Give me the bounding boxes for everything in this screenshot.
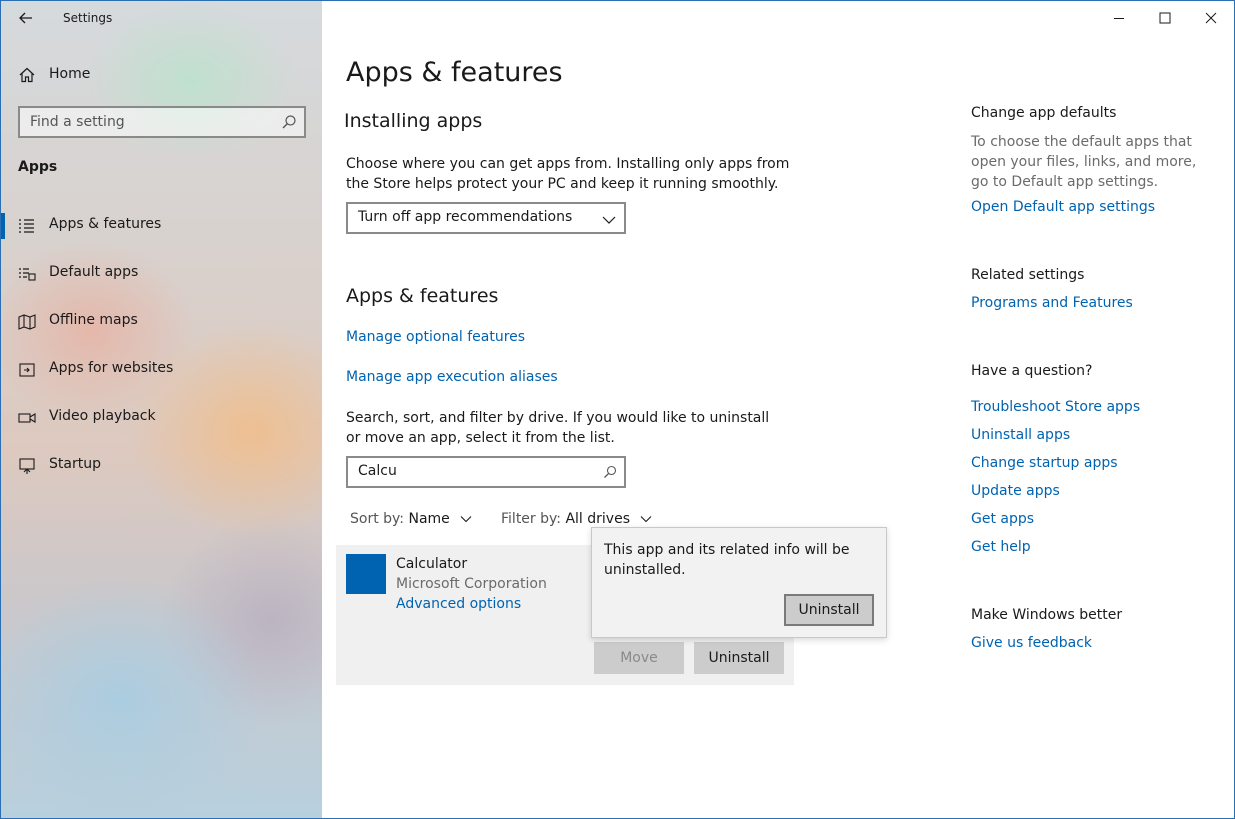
sidebar-item-label: Offline maps bbox=[49, 312, 138, 328]
sort-key: Sort by: bbox=[350, 511, 405, 527]
have-a-question-heading: Have a question? bbox=[971, 363, 1093, 379]
app-search-value: Calcu bbox=[358, 463, 397, 479]
sort-dropdown[interactable]: Sort by: Name bbox=[350, 511, 472, 527]
home-icon bbox=[18, 66, 36, 84]
sidebar-item-label: Apps & features bbox=[49, 216, 162, 232]
get-help-link[interactable]: Get help bbox=[971, 539, 1031, 555]
sidebar-item-label: Apps for websites bbox=[49, 360, 174, 376]
sidebar-item-apps-for-websites[interactable]: Apps for websites bbox=[1, 353, 322, 387]
sidebar-section-label: Apps bbox=[18, 159, 58, 175]
uninstall-confirm-flyout: This app and its related info will be un… bbox=[591, 527, 887, 638]
manage-optional-features-link[interactable]: Manage optional features bbox=[346, 329, 525, 345]
web-app-icon bbox=[18, 361, 36, 379]
uninstall-apps-link[interactable]: Uninstall apps bbox=[971, 427, 1070, 443]
advanced-options-link[interactable]: Advanced options bbox=[396, 596, 521, 612]
search-placeholder: Find a setting bbox=[30, 114, 125, 130]
sidebar-item-offline-maps[interactable]: Offline maps bbox=[1, 305, 322, 339]
installing-apps-heading: Installing apps bbox=[344, 110, 483, 132]
default-apps-icon bbox=[18, 265, 36, 283]
sidebar: Settings Home Find a setting Apps Apps &… bbox=[1, 1, 322, 818]
get-apps-link[interactable]: Get apps bbox=[971, 511, 1034, 527]
sidebar-item-label: Video playback bbox=[49, 408, 156, 424]
chevron-down-icon bbox=[641, 516, 652, 523]
page-title: Apps & features bbox=[346, 57, 563, 88]
calculator-app-icon bbox=[346, 554, 386, 594]
chevron-down-icon bbox=[602, 212, 616, 226]
app-publisher: Microsoft Corporation bbox=[396, 576, 547, 592]
sidebar-item-startup[interactable]: Startup bbox=[1, 449, 322, 483]
list-icon bbox=[18, 217, 36, 235]
video-icon bbox=[18, 409, 36, 427]
map-icon bbox=[18, 313, 36, 331]
flyout-message: This app and its related info will be un… bbox=[604, 542, 850, 578]
update-apps-link[interactable]: Update apps bbox=[971, 483, 1060, 499]
search-icon[interactable] bbox=[602, 464, 618, 480]
home-label: Home bbox=[49, 66, 91, 82]
sidebar-item-default-apps[interactable]: Default apps bbox=[1, 257, 322, 291]
filter-key: Filter by: bbox=[501, 511, 561, 527]
startup-icon bbox=[18, 457, 36, 475]
app-search-input[interactable]: Calcu bbox=[346, 456, 626, 488]
programs-and-features-link[interactable]: Programs and Features bbox=[971, 295, 1133, 311]
app-source-dropdown[interactable]: Turn off app recommendations bbox=[346, 202, 626, 234]
sidebar-item-apps-features[interactable]: Apps & features bbox=[1, 209, 322, 243]
sidebar-item-label: Default apps bbox=[49, 264, 139, 280]
change-defaults-text: To choose the default apps that open you… bbox=[971, 134, 1197, 190]
apps-features-description: Search, sort, and filter by drive. If yo… bbox=[346, 410, 770, 446]
installing-apps-description: Choose where you can get apps from. Inst… bbox=[346, 156, 790, 192]
troubleshoot-store-apps-link[interactable]: Troubleshoot Store apps bbox=[971, 399, 1140, 415]
filter-dropdown[interactable]: Filter by: All drives bbox=[501, 511, 652, 527]
back-arrow-icon[interactable] bbox=[15, 7, 37, 29]
manage-execution-aliases-link[interactable]: Manage app execution aliases bbox=[346, 369, 558, 385]
app-name: Calculator bbox=[396, 556, 468, 572]
active-indicator bbox=[1, 213, 5, 239]
setting-search-input[interactable]: Find a setting bbox=[18, 106, 306, 138]
chevron-down-icon bbox=[460, 516, 472, 523]
search-icon[interactable] bbox=[280, 113, 298, 131]
window-title: Settings bbox=[63, 11, 113, 25]
change-startup-apps-link[interactable]: Change startup apps bbox=[971, 455, 1118, 471]
sidebar-item-video-playback[interactable]: Video playback bbox=[1, 401, 322, 435]
apps-features-heading: Apps & features bbox=[346, 285, 499, 307]
open-default-app-settings-link[interactable]: Open Default app settings bbox=[971, 199, 1155, 215]
uninstall-button[interactable]: Uninstall bbox=[694, 642, 784, 674]
change-defaults-heading: Change app defaults bbox=[971, 105, 1117, 121]
dropdown-value: Turn off app recommendations bbox=[358, 209, 573, 225]
move-button[interactable]: Move bbox=[594, 642, 684, 674]
give-feedback-link[interactable]: Give us feedback bbox=[971, 635, 1092, 651]
make-windows-better-heading: Make Windows better bbox=[971, 607, 1123, 623]
filter-value: All drives bbox=[565, 511, 630, 527]
main-content: Apps & features Installing apps Choose w… bbox=[322, 1, 1234, 818]
related-settings-heading: Related settings bbox=[971, 267, 1085, 283]
confirm-uninstall-button[interactable]: Uninstall bbox=[784, 594, 874, 626]
sidebar-item-label: Startup bbox=[49, 456, 101, 472]
settings-window: Settings Home Find a setting Apps Apps &… bbox=[0, 0, 1235, 819]
sidebar-item-home[interactable]: Home bbox=[18, 63, 308, 87]
sort-value: Name bbox=[408, 511, 450, 527]
